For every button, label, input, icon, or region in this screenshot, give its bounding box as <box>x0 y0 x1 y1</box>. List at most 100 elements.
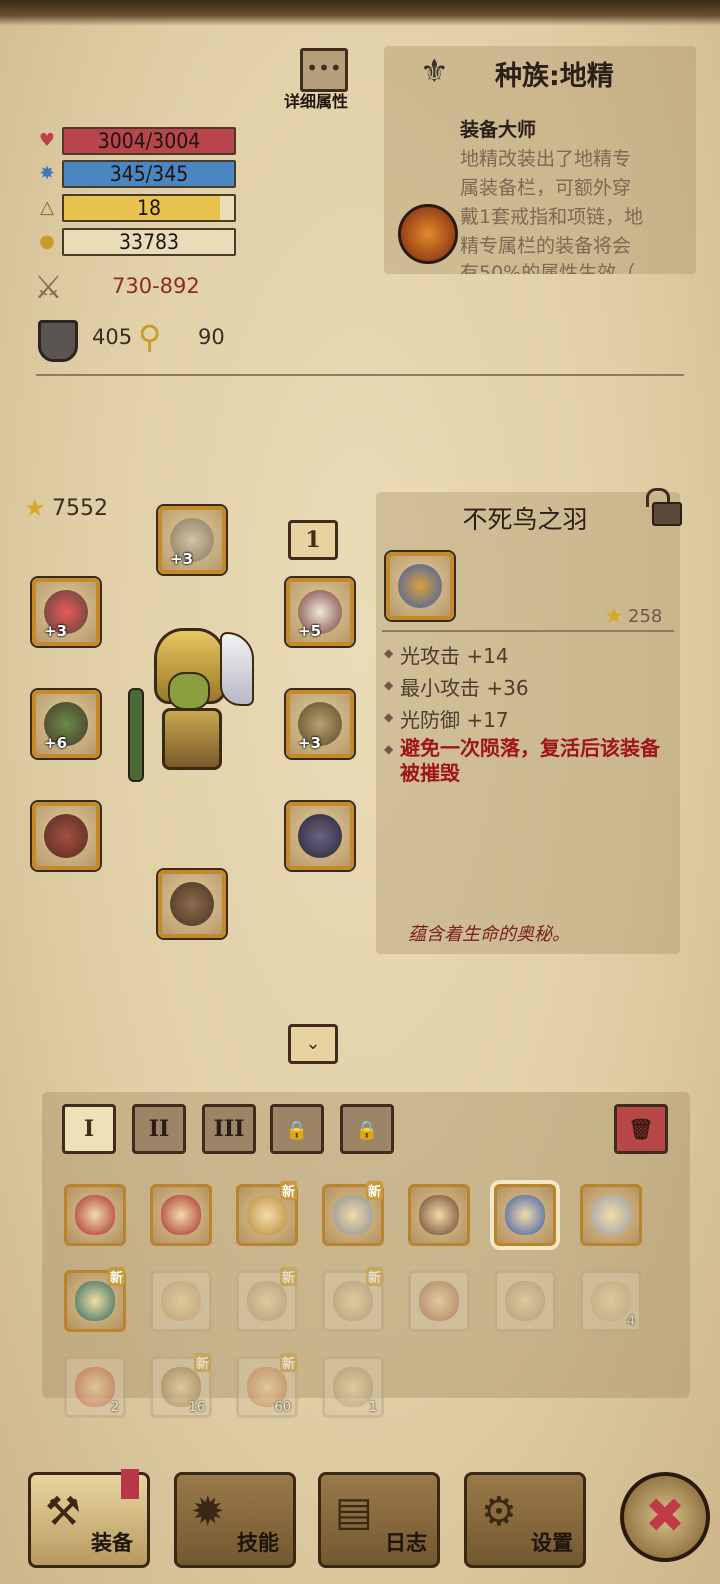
inventory-tab-1[interactable]: I <box>62 1104 116 1154</box>
inventory-slot[interactable]: 新 <box>236 1267 298 1332</box>
unlock-icon[interactable] <box>642 488 682 526</box>
bracer-icon <box>44 814 88 858</box>
inventory-slot[interactable] <box>494 1184 556 1246</box>
inventory-slot[interactable]: 新 <box>322 1181 384 1246</box>
character-body <box>162 708 222 770</box>
red-armor-icon <box>75 1195 115 1235</box>
pants-slot[interactable] <box>286 802 354 870</box>
weapon-slot[interactable]: +6 <box>32 690 100 758</box>
race-emblem-icon: ⚜ <box>420 52 449 90</box>
inventory-slot[interactable]: 4 <box>580 1270 642 1332</box>
game-screen: ••• 详细属性 ♥ 3004/3004 ✸ 345/345 △ 18 ● 33… <box>0 0 720 1584</box>
nav-label: 日志 <box>385 1531 427 1555</box>
close-button[interactable]: ✖ <box>620 1472 710 1562</box>
helmet-slot[interactable]: +3 <box>158 506 226 574</box>
ring-slot[interactable]: +3 <box>32 578 100 646</box>
race-desc-line: 地精改装出了地精专 <box>460 148 632 170</box>
inventory-slot[interactable]: 新 60 <box>236 1353 298 1418</box>
magic-staff-icon: ⚲ <box>138 318 162 356</box>
new-badge: 新 <box>365 1267 383 1286</box>
mana-bar: 345/345 <box>62 160 236 188</box>
hp-bar: 3004/3004 <box>62 127 236 155</box>
heart-icon: ♥ <box>38 130 56 151</box>
item-prop: 最小攻击 +36 <box>400 676 529 700</box>
character-wing <box>220 632 254 706</box>
padlock-icon: 🔒 <box>355 1120 379 1141</box>
slot-level: +3 <box>44 622 68 640</box>
armor-slot[interactable]: +3 <box>286 690 354 758</box>
gauntlet-icon <box>333 1195 373 1235</box>
item-divider <box>382 630 674 632</box>
mana-text: 345/345 <box>109 162 189 186</box>
chevron-icon: ⌄ <box>305 1033 321 1054</box>
cloth-icon <box>505 1281 545 1321</box>
axe-icon: ⚒ <box>45 1489 81 1535</box>
item-count: 2 <box>110 1400 119 1415</box>
boots-slot[interactable] <box>158 870 226 938</box>
phoenix-feather-icon <box>398 564 442 608</box>
inventory-tab-3[interactable]: III <box>202 1104 256 1154</box>
equipment-score: 7552 <box>52 496 108 521</box>
nav-label: 技能 <box>237 1531 279 1555</box>
nav-settings-button[interactable]: ⚙ 设置 <box>464 1472 586 1568</box>
new-badge: 新 <box>279 1267 297 1286</box>
inventory-slot[interactable] <box>150 1184 212 1246</box>
slot-level: +5 <box>298 622 322 640</box>
inventory-slot[interactable]: 新 <box>236 1181 298 1246</box>
new-badge: 新 <box>279 1181 297 1200</box>
inventory-slot[interactable]: 新 16 <box>150 1353 212 1418</box>
inventory-slot[interactable] <box>64 1184 126 1246</box>
level-icon: △ <box>40 197 54 218</box>
inventory-slot[interactable] <box>408 1184 470 1246</box>
gold-armor-icon <box>247 1195 287 1235</box>
nav-equip-button[interactable]: ⚒ 装备 <box>28 1469 150 1568</box>
race-skill-icon[interactable] <box>398 204 458 264</box>
inventory-tab-locked[interactable]: 🔒 <box>340 1104 394 1154</box>
detail-attributes-label: 详细属性 <box>284 92 349 111</box>
new-badge: 新 <box>193 1353 211 1372</box>
inventory-slot[interactable] <box>494 1270 556 1332</box>
padlock-icon: 🔒 <box>285 1120 309 1141</box>
close-icon: ✖ <box>644 1488 686 1544</box>
inventory-slot[interactable]: 新 <box>322 1267 384 1332</box>
item-prop: 光防御 +17 <box>400 708 509 732</box>
crossed-swords-icon: ⚔ <box>34 268 63 306</box>
item-count: 4 <box>626 1314 635 1329</box>
race-desc-line: 有50%的属性生效（ <box>460 262 636 274</box>
inventory-tab-locked[interactable]: 🔒 <box>270 1104 324 1154</box>
bullet-icon: ◆ <box>384 646 394 660</box>
inventory-slot[interactable]: 1 <box>322 1356 384 1418</box>
collapse-toggle[interactable]: ⌄ <box>288 1024 338 1064</box>
phoenix-feather-icon <box>505 1195 545 1235</box>
inventory-slot[interactable]: 2 <box>64 1356 126 1418</box>
gloves-slot[interactable] <box>32 802 100 870</box>
amulet-slot[interactable]: +5 <box>286 578 354 646</box>
inventory-slot[interactable] <box>408 1270 470 1332</box>
star-icon: ★ <box>604 604 624 629</box>
red-armor-icon <box>161 1195 201 1235</box>
goblin-character <box>124 628 256 788</box>
amulet-icon <box>591 1195 631 1235</box>
dots-icon: ••• <box>300 48 348 92</box>
goggles-icon <box>419 1281 459 1321</box>
ring-icon <box>75 1281 115 1321</box>
inventory-slot[interactable]: 新 <box>64 1267 126 1332</box>
top-border <box>0 0 720 26</box>
boots-icon <box>170 882 214 926</box>
race-desc-line: 戴1套戒指和项链，地 <box>460 206 644 228</box>
inventory-slot[interactable] <box>580 1184 642 1246</box>
trash-icon: 🗑 <box>628 1117 654 1141</box>
item-count: 60 <box>274 1400 291 1415</box>
nav-log-button[interactable]: ▤ 日志 <box>318 1472 440 1568</box>
gold-bar: 33783 <box>62 228 236 256</box>
goblin-helm-icon <box>247 1281 287 1321</box>
inventory-tab-2[interactable]: II <box>132 1104 186 1154</box>
nav-skills-button[interactable]: ✹ 技能 <box>174 1472 296 1568</box>
defense-value: 405 <box>92 325 133 349</box>
set-badge[interactable]: 1 <box>288 520 338 560</box>
nav-label: 设置 <box>531 1531 573 1555</box>
inventory-slot[interactable] <box>150 1270 212 1332</box>
shield-icon <box>38 320 78 362</box>
trash-button[interactable]: 🗑 <box>614 1104 668 1154</box>
item-name: 不死鸟之羽 <box>462 505 588 534</box>
